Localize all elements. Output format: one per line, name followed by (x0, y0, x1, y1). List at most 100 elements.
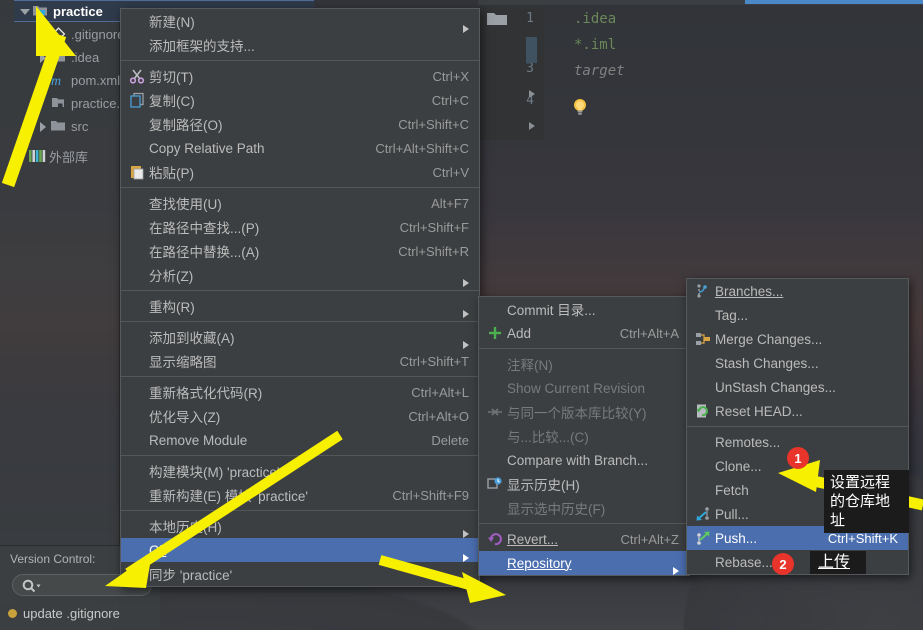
menu-item-copy[interactable]: 复制(C) Ctrl+C (121, 88, 479, 112)
menu-item-optimize-imports[interactable]: 优化导入(Z) Ctrl+Alt+O (121, 404, 479, 428)
blank-icon (129, 195, 149, 211)
blank-icon (129, 13, 149, 29)
blank-icon (129, 219, 149, 235)
folder-icon (486, 11, 508, 32)
menu-item-revert[interactable]: Revert... Ctrl+Alt+Z (479, 527, 689, 551)
tree-label: pom.xml (71, 72, 121, 88)
menu-item-find-in-path[interactable]: 在路径中查找...(P) Ctrl+Shift+F (121, 215, 479, 239)
blank-icon (487, 500, 507, 516)
chevron-right-icon[interactable] (526, 87, 538, 105)
version-control-title: Version Control: (10, 552, 96, 566)
blank-icon (129, 140, 149, 156)
menu-item-find-usages[interactable]: 查找使用(U) Alt+F7 (121, 191, 479, 215)
folder-icon (50, 49, 67, 65)
menu-item-label: 显示选中历史(F) (507, 502, 606, 517)
push-icon (695, 530, 715, 546)
editor-content[interactable]: .idea *.iml target (544, 5, 704, 140)
menu-item-accel: Ctrl+Shift+C (398, 116, 469, 132)
menu-item-compare-with-branch[interactable]: Compare with Branch... (479, 448, 689, 472)
menu-item-remove-module[interactable]: Remove Module Delete (121, 428, 479, 452)
intention-bulb-icon[interactable] (572, 98, 588, 121)
blank-icon (695, 307, 715, 323)
menu-item-paste[interactable]: 粘贴(P) Ctrl+V (121, 160, 479, 184)
menu-item-label: 注释(N) (507, 358, 553, 373)
menu-item-label: 重新格式化代码(R) (149, 386, 263, 401)
menu-item-annotate: 注释(N) (479, 352, 689, 376)
menu-item-label: 添加框架的支持... (149, 39, 255, 54)
list-item[interactable]: update .gitignore (8, 606, 120, 621)
menu-item-copy-path[interactable]: 复制路径(O) Ctrl+Shift+C (121, 112, 479, 136)
chevron-right-icon[interactable] (14, 149, 28, 163)
menu-item-compare-with-same-repository: 与同一个版本库比较(Y) (479, 400, 689, 424)
menu-item-label: 查找使用(U) (149, 197, 222, 212)
menu-item-merge-changes[interactable]: Merge Changes... (687, 327, 908, 351)
blank-icon (129, 116, 149, 132)
menu-item-reset-head[interactable]: Reset HEAD... (687, 399, 908, 423)
menu-item-reformat-code[interactable]: 重新格式化代码(R) Ctrl+Alt+L (121, 380, 479, 404)
menu-item-new[interactable]: 新建(N) (121, 9, 479, 33)
menu-item-stash-changes[interactable]: Stash Changes... (687, 351, 908, 375)
menu-item-unstash-changes[interactable]: UnStash Changes... (687, 375, 908, 399)
menu-item-accel: Delete (431, 432, 469, 448)
git-file-icon (50, 26, 67, 42)
menu-item-label: Branches... (715, 283, 784, 299)
blank-icon (695, 434, 715, 450)
chevron-right-icon[interactable] (36, 119, 50, 133)
menu-item-label: Stash Changes... (715, 355, 819, 371)
menu-item-git[interactable]: Git (121, 538, 479, 562)
git-submenu[interactable]: Commit 目录... Add Ctrl+Alt+A 注释(N) Show C… (478, 296, 690, 576)
menu-item-label: Push... (715, 530, 758, 546)
maven-m-icon: m (50, 72, 67, 88)
project-context-menu[interactable]: 新建(N) 添加框架的支持... 剪切(T) Ctrl+X 复制(C) Ctrl… (120, 8, 480, 587)
line-number: 1 (526, 11, 534, 26)
menu-item-label: Merge Changes... (715, 331, 823, 347)
chevron-right-icon[interactable] (36, 50, 50, 64)
chevron-right-icon[interactable] (526, 119, 538, 137)
tree-row-pom[interactable]: m pom.xml (46, 69, 120, 91)
active-tab-indicator (745, 0, 923, 4)
menu-item-rebase[interactable]: Rebase... (687, 550, 908, 574)
menu-item-add[interactable]: Add Ctrl+Alt+A (479, 321, 689, 345)
menu-item-rebuild-module[interactable]: 重新构建(E) 模块 'practice' Ctrl+Shift+F9 (121, 483, 479, 507)
blank-icon (487, 452, 507, 468)
blank-icon (129, 463, 149, 479)
menu-item-commit-directory[interactable]: Commit 目录... (479, 297, 689, 321)
editor-gutter: 1 2 3 4 (478, 5, 544, 140)
changelist-dot-icon (8, 609, 17, 618)
menu-item-label: 在路径中替换...(A) (149, 245, 260, 260)
tree-row-src[interactable]: src (32, 115, 88, 137)
menu-item-add-framework-support[interactable]: 添加框架的支持... (121, 33, 479, 57)
blank-icon (487, 301, 507, 317)
menu-item-label: Git (149, 542, 167, 558)
menu-item-analyze[interactable]: 分析(Z) (121, 263, 479, 287)
blank-icon (129, 267, 149, 283)
code-line: .idea (574, 11, 617, 27)
menu-item-local-history[interactable]: 本地历史(H) (121, 514, 479, 538)
menu-item-branches[interactable]: Branches... (687, 279, 908, 303)
blank-icon (129, 298, 149, 314)
menu-item-build-module[interactable]: 构建模块(M) 'practice' (121, 459, 479, 483)
merge-icon (695, 331, 715, 347)
menu-item-replace-in-path[interactable]: 在路径中替换...(A) Ctrl+Shift+R (121, 239, 479, 263)
menu-item-label: 分析(Z) (149, 269, 194, 284)
menu-item-repository[interactable]: Repository (479, 551, 689, 575)
menu-item-show-history[interactable]: 显示历史(H) (479, 472, 689, 496)
menu-separator (687, 426, 908, 427)
menu-item-tag[interactable]: Tag... (687, 303, 908, 327)
menu-separator (121, 321, 479, 322)
tree-row-external-libraries[interactable]: 外部库 (10, 145, 88, 167)
chevron-down-icon[interactable] (18, 4, 32, 18)
sync-icon (129, 566, 149, 582)
menu-item-cut[interactable]: 剪切(T) Ctrl+X (121, 64, 479, 88)
copy-icon (129, 92, 149, 108)
menu-item-add-to-favorites[interactable]: 添加到收藏(A) (121, 325, 479, 349)
tree-row-idea[interactable]: .idea (32, 46, 99, 68)
tree-row-gitignore[interactable]: .gitignore (46, 23, 124, 45)
menu-item-label: Tag... (715, 307, 749, 323)
menu-item-show-image-thumbnails[interactable]: 显示缩略图 Ctrl+Shift+T (121, 349, 479, 373)
menu-separator (479, 523, 689, 524)
menu-item-synchronize[interactable]: 同步 'practice' (121, 562, 479, 586)
menu-item-refactor[interactable]: 重构(R) (121, 294, 479, 318)
menu-separator (479, 348, 689, 349)
menu-item-copy-relative-path[interactable]: Copy Relative Path Ctrl+Alt+Shift+C (121, 136, 479, 160)
